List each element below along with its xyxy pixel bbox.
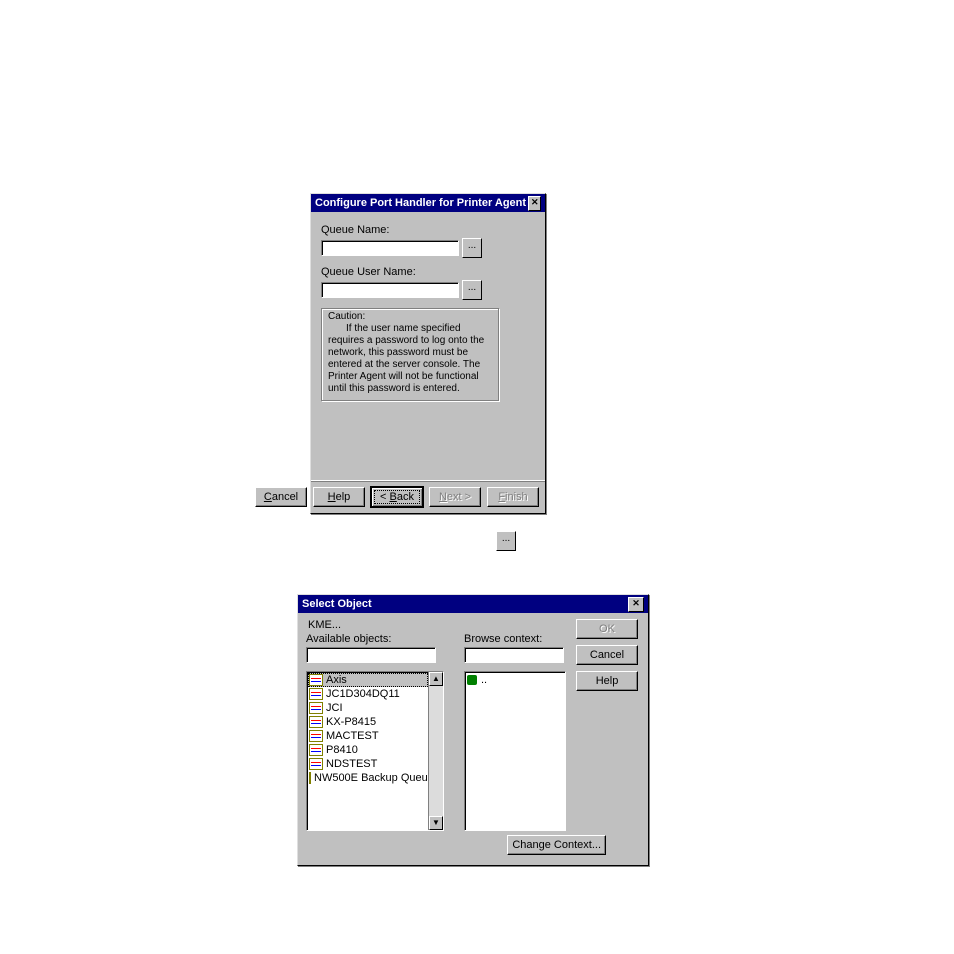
tree-item[interactable]: ..	[466, 673, 564, 687]
configure-port-handler-dialog: Configure Port Handler for Printer Agent…	[310, 193, 546, 514]
standalone-browse-button[interactable]: ...	[496, 531, 516, 551]
queue-user-input[interactable]	[321, 282, 459, 298]
scroll-up-icon[interactable]: ▲	[429, 672, 443, 686]
browse-context-tree[interactable]: ..	[464, 671, 566, 831]
queue-icon	[309, 730, 323, 742]
caution-title: Caution:	[328, 311, 493, 323]
list-item[interactable]: NDSTEST	[308, 757, 428, 771]
dialog-body: Queue Name: ... Queue User Name: ... Cau…	[311, 212, 545, 480]
available-objects-label: Available objects:	[306, 633, 436, 645]
browse-context-label: Browse context:	[464, 633, 564, 645]
scrollbar[interactable]: ▲ ▼	[428, 672, 443, 830]
queue-icon	[309, 674, 323, 686]
next-button: Next >	[429, 487, 481, 507]
queue-user-browse-button[interactable]: ...	[462, 280, 482, 300]
cancel-button[interactable]: Cancel	[255, 487, 307, 507]
queue-name-browse-button[interactable]: ...	[462, 238, 482, 258]
select-object-dialog: Select Object ✕ KME... OK Cancel Help Av…	[297, 594, 649, 866]
queue-name-label: Queue Name:	[321, 224, 535, 236]
list-item[interactable]: KX-P8415	[308, 715, 428, 729]
tree-up-icon	[467, 675, 477, 685]
titlebar: Select Object ✕	[298, 595, 648, 613]
list-item[interactable]: JCI	[308, 701, 428, 715]
caution-text: If the user name specified requires a pa…	[328, 323, 493, 395]
queue-user-label: Queue User Name:	[321, 266, 535, 278]
change-context-button[interactable]: Change Context...	[507, 835, 606, 855]
list-item[interactable]: MACTEST	[308, 729, 428, 743]
queue-icon	[309, 688, 323, 700]
list-item[interactable]: JC1D304DQ11	[308, 687, 428, 701]
available-objects-input[interactable]	[306, 647, 436, 663]
queue-name-input[interactable]	[321, 240, 459, 256]
finish-button: Finish	[487, 487, 539, 507]
available-objects-list[interactable]: Axis JC1D304DQ11 JCI KX-P8415 MACTEST P8…	[306, 671, 444, 831]
browse-context-input[interactable]	[464, 647, 564, 663]
queue-icon	[309, 702, 323, 714]
ok-button: OK	[576, 619, 638, 639]
back-button[interactable]: < Back	[371, 487, 423, 507]
button-row: Cancel Help < Back Next > Finish	[311, 480, 545, 513]
context-path: KME...	[306, 617, 341, 633]
list-item[interactable]: NW500E Backup Queue	[308, 771, 428, 785]
queue-icon	[309, 758, 323, 770]
list-item[interactable]: P8410	[308, 743, 428, 757]
caution-groupbox: Caution: If the user name specified requ…	[321, 308, 500, 402]
side-buttons: OK Cancel Help	[576, 619, 638, 691]
queue-icon	[309, 744, 323, 756]
help-button[interactable]: Help	[313, 487, 365, 507]
queue-icon	[309, 772, 311, 784]
queue-icon	[309, 716, 323, 728]
dialog-title: Configure Port Handler for Printer Agent…	[315, 197, 528, 209]
titlebar: Configure Port Handler for Printer Agent…	[311, 194, 545, 212]
help-button[interactable]: Help	[576, 671, 638, 691]
dialog-title: Select Object	[302, 598, 372, 610]
list-item[interactable]: Axis	[308, 673, 428, 687]
close-icon[interactable]: ✕	[628, 597, 644, 612]
close-icon[interactable]: ✕	[528, 196, 541, 211]
scroll-down-icon[interactable]: ▼	[429, 816, 443, 830]
cancel-button[interactable]: Cancel	[576, 645, 638, 665]
